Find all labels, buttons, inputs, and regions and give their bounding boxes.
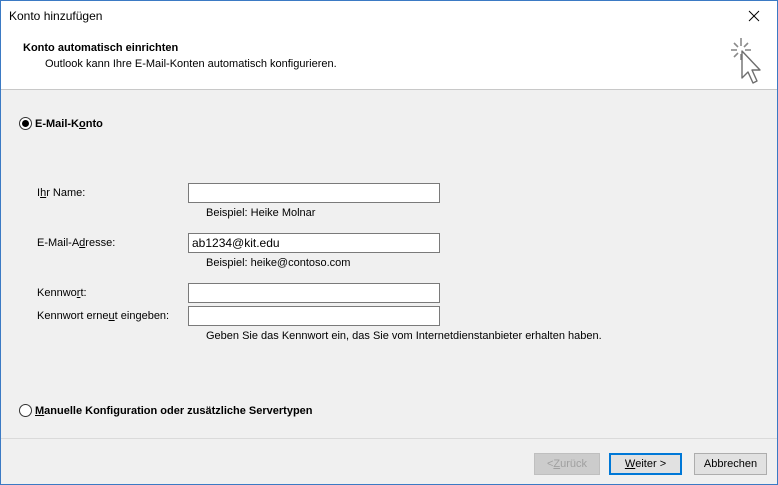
close-button[interactable] bbox=[731, 1, 777, 31]
header-subtitle: Outlook kann Ihre E-Mail-Konten automati… bbox=[45, 58, 337, 70]
window-title: Konto hinzufügen bbox=[9, 9, 103, 23]
password-repeat-field[interactable] bbox=[188, 306, 440, 326]
email-account-label[interactable]: E-Mail-Konto bbox=[35, 118, 103, 130]
close-icon bbox=[748, 10, 760, 22]
password-label: Kennwort: bbox=[37, 287, 87, 299]
add-account-dialog: Konto hinzufügen Konto automatisch einri… bbox=[0, 0, 778, 485]
name-field[interactable] bbox=[188, 183, 440, 203]
next-button[interactable]: Weiter > bbox=[609, 453, 682, 475]
password-hint: Geben Sie das Kennwort ein, das Sie vom … bbox=[206, 330, 602, 342]
password-repeat-label: Kennwort erneut eingeben: bbox=[37, 310, 170, 322]
email-hint: Beispiel: heike@contoso.com bbox=[206, 257, 351, 269]
footer-divider bbox=[1, 438, 777, 439]
name-hint: Beispiel: Heike Molnar bbox=[206, 207, 316, 219]
email-label: E-Mail-Adresse: bbox=[37, 237, 116, 249]
manual-config-label[interactable]: Manuelle Konfiguration oder zusätzliche … bbox=[35, 405, 313, 417]
header-banner: Konto automatisch einrichten Outlook kan… bbox=[1, 31, 777, 90]
back-button[interactable]: < Zurück bbox=[534, 453, 600, 475]
email-field[interactable] bbox=[188, 233, 440, 253]
title-bar: Konto hinzufügen bbox=[1, 1, 777, 31]
cancel-button[interactable]: Abbrechen bbox=[694, 453, 767, 475]
name-label: Ihr Name: bbox=[37, 187, 86, 199]
cursor-click-icon bbox=[731, 38, 761, 84]
email-account-radio[interactable] bbox=[19, 117, 32, 130]
header-title: Konto automatisch einrichten bbox=[23, 42, 179, 54]
password-field[interactable] bbox=[188, 283, 440, 303]
manual-config-radio[interactable] bbox=[19, 404, 32, 417]
